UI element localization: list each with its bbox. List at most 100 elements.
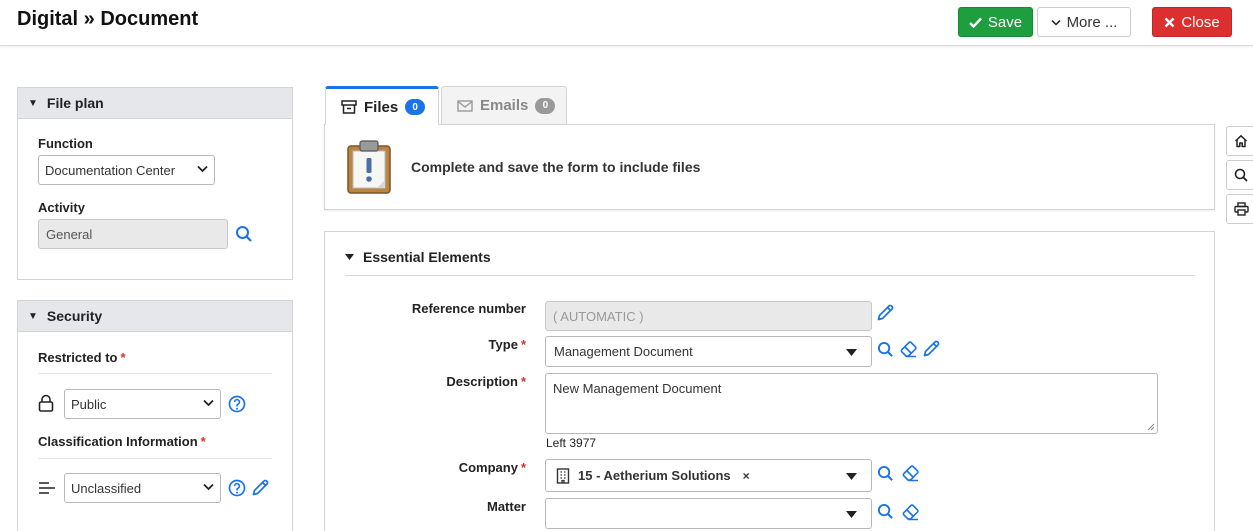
files-message: Complete and save the form to include fi…: [411, 159, 701, 175]
security-header[interactable]: ▼ Security: [18, 301, 292, 332]
description-value: New Management Document: [553, 381, 722, 396]
classification-select[interactable]: Unclassified: [64, 473, 221, 503]
emails-count-badge: 0: [535, 97, 556, 114]
eraser-icon[interactable]: [900, 341, 918, 358]
classification-value: Unclassified: [71, 480, 142, 496]
help-icon[interactable]: [228, 395, 246, 413]
activity-label: Activity: [38, 200, 85, 215]
restricted-label-text: Restricted to: [38, 350, 118, 365]
required-mark: *: [200, 434, 206, 449]
clipboard-warning-icon: [347, 140, 391, 194]
search-icon[interactable]: [877, 341, 894, 358]
function-label: Function: [38, 136, 93, 151]
collapse-triangle-icon: ▼: [28, 310, 38, 322]
save-button[interactable]: Save: [958, 7, 1033, 37]
security-panel: ▼ Security Restricted to * Public Classif…: [17, 300, 293, 531]
reference-number-field: ( AUTOMATIC ): [545, 301, 872, 331]
resize-grip-icon[interactable]: [1147, 423, 1155, 431]
help-icon[interactable]: [228, 479, 246, 497]
chevron-down-icon: [203, 399, 214, 407]
classification-label: Classification Information *: [38, 434, 206, 449]
description-label: Description *: [326, 374, 526, 389]
home-button[interactable]: [1226, 126, 1253, 156]
essential-elements-panel: Essential Elements Reference number ( AU…: [324, 231, 1215, 531]
characters-left-counter: Left 3977: [546, 436, 597, 450]
company-select[interactable]: 15 - Aetherium Solutions ×: [545, 459, 872, 492]
text-lines-icon: [39, 482, 55, 494]
search-icon[interactable]: [877, 465, 894, 482]
type-label-text: Type: [488, 337, 518, 352]
pencil-icon[interactable]: [922, 339, 941, 358]
collapse-triangle-icon: ▼: [28, 97, 38, 109]
essential-elements-header[interactable]: Essential Elements: [345, 249, 491, 265]
matter-label: Matter: [486, 499, 526, 514]
essential-elements-title: Essential Elements: [363, 249, 491, 265]
save-button-label: Save: [987, 13, 1023, 31]
required-mark: *: [520, 460, 526, 475]
reference-number-label: Reference number: [411, 301, 526, 316]
files-panel: Complete and save the form to include fi…: [324, 124, 1215, 210]
caret-down-icon: [846, 473, 857, 480]
tab-files-label: Files: [364, 98, 399, 116]
restricted-value: Public: [71, 396, 107, 412]
company-label: Company *: [326, 460, 526, 475]
required-mark: *: [520, 337, 526, 352]
chevron-down-icon: [197, 165, 208, 173]
security-title: Security: [46, 308, 103, 324]
building-icon: [556, 467, 570, 484]
file-plan-panel: ▼ File plan Function Documentation Cente…: [17, 87, 293, 280]
file-plan-header[interactable]: ▼ File plan: [18, 88, 292, 119]
matter-select[interactable]: [545, 498, 872, 529]
required-mark: *: [120, 350, 126, 365]
caret-down-icon: [846, 349, 857, 356]
reference-number-value: ( AUTOMATIC ): [553, 308, 644, 324]
tab-emails-label: Emails: [480, 97, 529, 114]
file-plan-title: File plan: [46, 95, 104, 111]
function-select[interactable]: Documentation Center: [38, 155, 215, 185]
pencil-icon[interactable]: [876, 303, 895, 322]
side-search-button[interactable]: [1226, 160, 1253, 190]
check-icon: [969, 17, 982, 28]
company-label-text: Company: [458, 460, 518, 475]
close-button[interactable]: Close: [1152, 7, 1232, 37]
close-button-label: Close: [1181, 13, 1220, 31]
classification-label-text: Classification Information: [38, 434, 198, 449]
caret-down-icon: [345, 254, 354, 260]
company-value: 15 - Aetherium Solutions: [578, 468, 731, 483]
more-button[interactable]: More ...: [1037, 7, 1131, 37]
print-icon: [1233, 202, 1249, 216]
tab-files[interactable]: Files 0: [325, 86, 439, 125]
top-bar: Digital » Document Save More ... Close: [0, 0, 1253, 46]
company-clear-button[interactable]: ×: [743, 469, 750, 483]
function-value: Documentation Center: [45, 162, 176, 178]
chevron-down-icon: [203, 483, 214, 491]
eraser-icon[interactable]: [902, 465, 920, 482]
files-count-badge: 0: [405, 99, 426, 115]
pencil-icon[interactable]: [251, 478, 270, 497]
type-label: Type *: [326, 337, 526, 352]
activity-value: General: [46, 226, 93, 242]
search-icon[interactable]: [235, 225, 253, 243]
caret-down-icon: [846, 511, 857, 518]
print-button[interactable]: [1226, 194, 1253, 224]
type-value: Management Document: [554, 344, 693, 359]
search-icon[interactable]: [877, 503, 894, 520]
eraser-icon[interactable]: [902, 504, 920, 521]
close-icon: [1164, 17, 1175, 27]
description-textarea[interactable]: New Management Document: [545, 373, 1158, 434]
description-label-text: Description: [446, 374, 518, 389]
envelope-icon: [457, 99, 473, 112]
divider: [38, 458, 272, 459]
tab-emails[interactable]: Emails 0: [441, 86, 567, 124]
required-mark: *: [520, 374, 526, 389]
divider: [345, 275, 1195, 276]
more-button-label: More ...: [1066, 13, 1118, 31]
search-icon: [1234, 168, 1248, 182]
archive-box-icon: [341, 100, 357, 114]
restricted-label: Restricted to *: [38, 350, 126, 365]
divider: [38, 373, 272, 374]
restricted-select[interactable]: Public: [64, 389, 221, 419]
type-select[interactable]: Management Document: [545, 336, 872, 367]
home-icon: [1234, 135, 1248, 148]
page-title: Digital » Document: [17, 8, 199, 30]
